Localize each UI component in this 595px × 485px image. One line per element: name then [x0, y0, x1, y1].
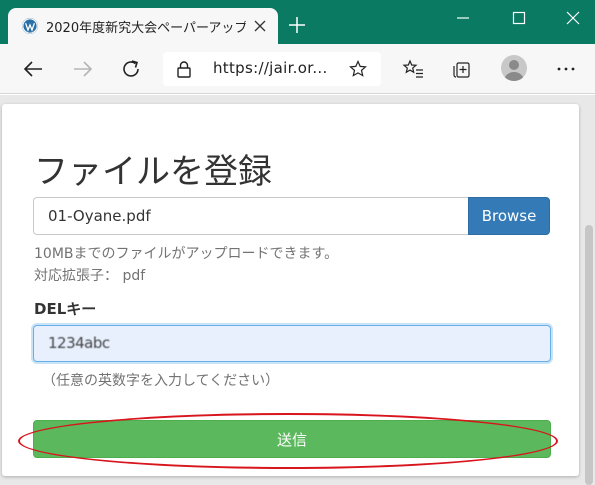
forward-button[interactable]: [70, 56, 96, 82]
del-key-value: 1234abc: [48, 334, 110, 352]
refresh-button[interactable]: [118, 56, 144, 82]
file-size-help: 10MBまでのファイルがアップロードできます。: [34, 246, 339, 262]
browser-titlebar: 2020年度新究大会ペーパーアップロー: [0, 0, 595, 44]
back-button[interactable]: [20, 56, 46, 82]
scrollbar-thumb[interactable]: [585, 225, 593, 485]
minimize-icon: [457, 17, 469, 19]
profile-icon: [504, 60, 524, 81]
submit-button[interactable]: 送信: [33, 420, 551, 458]
close-window-button[interactable]: [556, 6, 590, 30]
maximize-button[interactable]: [502, 6, 536, 30]
browser-toolbar: https://jair.or...: [0, 44, 595, 94]
page-title: ファイルを登録: [34, 152, 272, 192]
upload-form-card: ファイルを登録 01-Oyane.pdf Browse 10MBまでのファイルが…: [2, 104, 579, 476]
del-key-label: DELキー: [34, 300, 97, 318]
collections-button[interactable]: [449, 56, 475, 82]
star-icon[interactable]: [349, 60, 367, 78]
wordpress-icon: [22, 18, 38, 34]
del-key-hint: （任意の英数字を入力してください）: [42, 373, 280, 389]
file-extension-help: 対応拡張子： pdf: [34, 268, 146, 284]
maximize-icon: [512, 11, 526, 25]
tab-close-icon[interactable]: [252, 18, 268, 34]
refresh-icon: [123, 60, 139, 77]
tab-title: 2020年度新究大会ペーパーアップロー: [46, 20, 246, 36]
forward-icon: [74, 61, 93, 77]
lock-icon[interactable]: [175, 60, 193, 78]
browser-tab-active[interactable]: 2020年度新究大会ペーパーアップロー: [8, 8, 278, 44]
more-button[interactable]: [553, 56, 579, 82]
collections-icon: [453, 62, 470, 78]
new-tab-button[interactable]: [286, 14, 308, 36]
minimize-button[interactable]: [446, 6, 480, 30]
more-icon: [557, 67, 575, 71]
favorites-button[interactable]: [400, 56, 426, 82]
page-scrollbar[interactable]: [583, 95, 595, 485]
profile-avatar[interactable]: [501, 55, 527, 81]
file-name-value: 01-Oyane.pdf: [48, 207, 151, 225]
url-text[interactable]: https://jair.or...: [213, 59, 328, 77]
del-key-input[interactable]: 1234abc: [33, 325, 551, 362]
file-input[interactable]: 01-Oyane.pdf: [33, 197, 469, 235]
browse-button[interactable]: Browse: [468, 197, 550, 235]
page-viewport: ファイルを登録 01-Oyane.pdf Browse 10MBまでのファイルが…: [0, 95, 595, 485]
back-icon: [23, 61, 42, 77]
address-bar[interactable]: https://jair.or...: [163, 52, 381, 86]
close-icon: [566, 11, 580, 25]
favorites-icon: [402, 59, 423, 78]
plus-icon: [289, 17, 305, 33]
